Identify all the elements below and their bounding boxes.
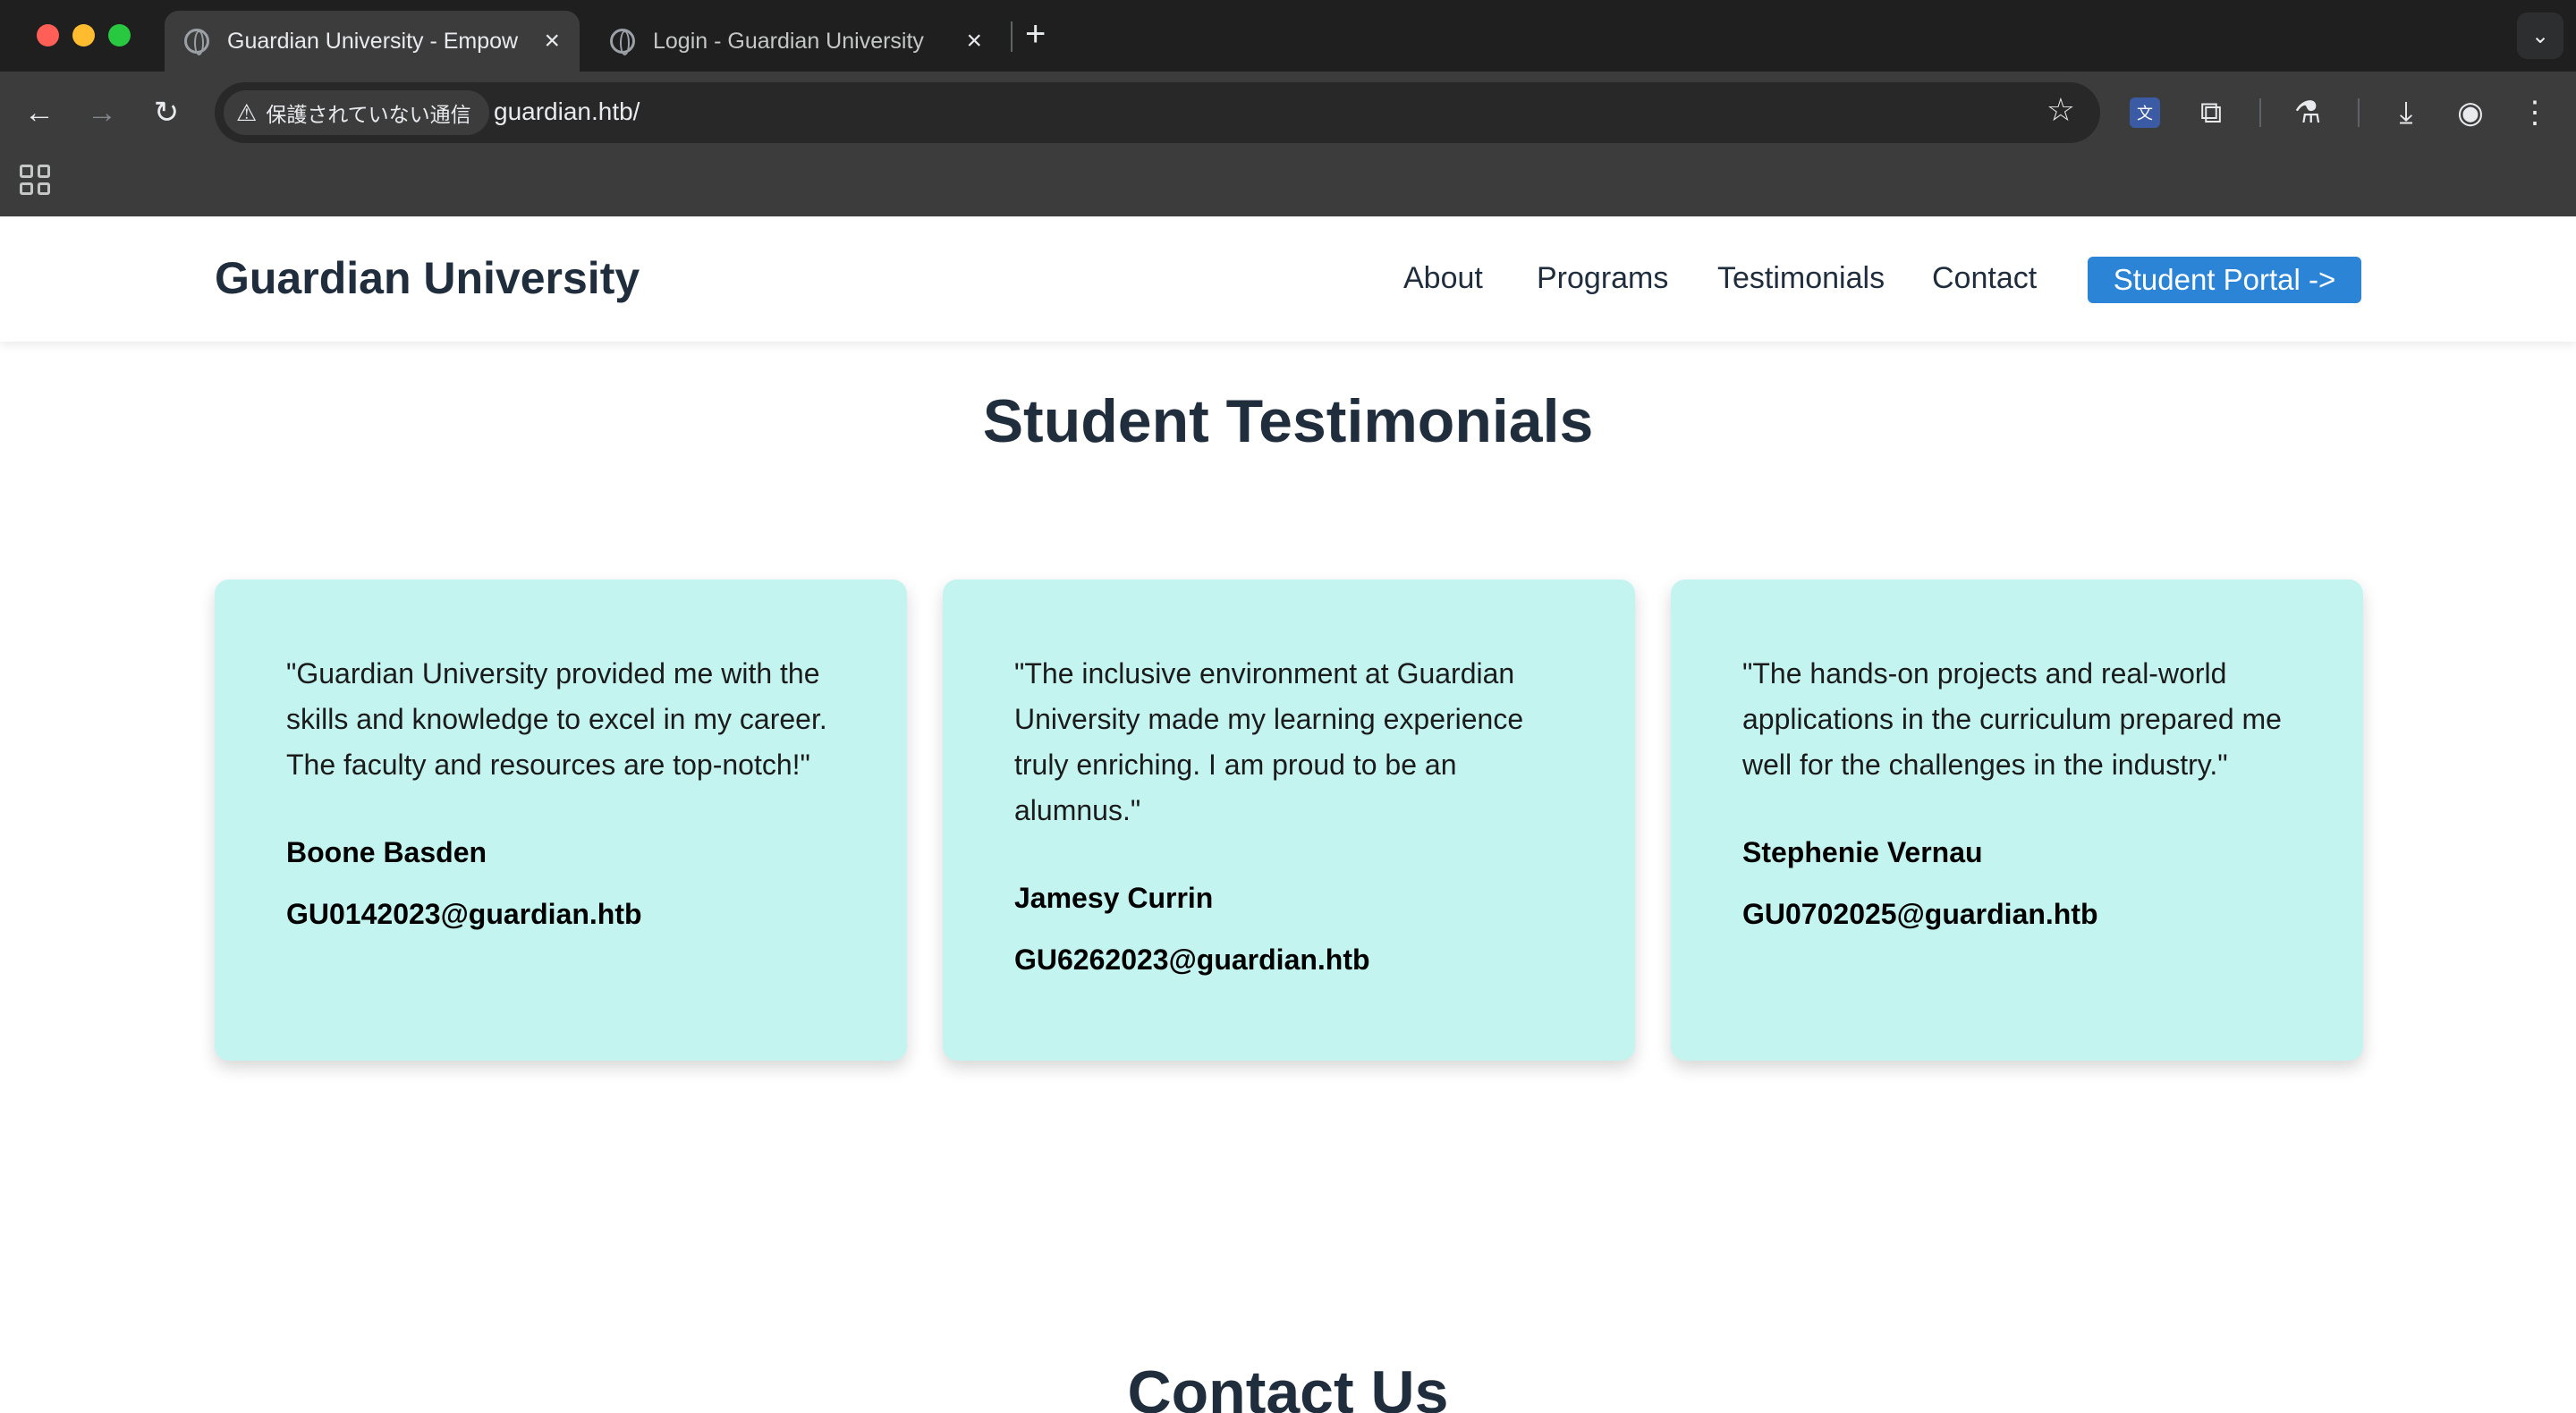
globe-icon (610, 29, 635, 55)
site-header: Guardian University About Programs Testi… (0, 216, 2576, 342)
testimonial-email: GU0702025@guardian.htb (1742, 898, 2098, 930)
window-close-button[interactable] (37, 24, 59, 47)
student-portal-button[interactable]: Student Portal -> (2088, 257, 2361, 303)
profile-icon[interactable]: ◉ (2447, 89, 2494, 136)
bookmarks-bar (0, 154, 2576, 216)
testimonial-quote: "Guardian University provided me with th… (286, 657, 827, 781)
tab-divider (1011, 21, 1013, 52)
testimonials-heading: Student Testimonials (982, 387, 1594, 455)
window-minimize-button[interactable] (72, 24, 95, 47)
toolbar-divider (2259, 98, 2261, 127)
star-icon[interactable]: ☆ (2046, 91, 2075, 129)
site-logo[interactable]: Guardian University (215, 252, 640, 304)
url-text[interactable]: guardian.htb/ (494, 97, 640, 126)
apps-icon[interactable] (20, 165, 50, 195)
testimonial-card: "Guardian University provided me with th… (215, 580, 907, 1061)
globe-icon (184, 29, 209, 55)
new-tab-button[interactable]: + (1025, 14, 1046, 55)
extension-icon[interactable]: 文 (2122, 89, 2168, 136)
extension-badge: 文 (2130, 97, 2160, 128)
tab-search-button[interactable]: ⌄ (2517, 13, 2563, 59)
testimonial-quote: "The hands-on projects and real-world ap… (1742, 657, 2282, 781)
testimonial-quote: "The inclusive environment at Guardian U… (1014, 657, 1524, 826)
tab-title: Guardian University - Empow (227, 28, 519, 54)
forward-icon[interactable]: → (79, 89, 125, 136)
testimonial-card: "The inclusive environment at Guardian U… (943, 580, 1635, 1061)
menu-icon[interactable]: ⋮ (2512, 89, 2558, 136)
labs-icon[interactable]: ⚗ (2284, 89, 2331, 136)
contact-heading: Contact Us (1127, 1358, 1449, 1413)
nav-programs[interactable]: Programs (1537, 261, 1668, 296)
testimonial-email: GU0142023@guardian.htb (286, 898, 642, 930)
reload-icon[interactable]: ↻ (143, 89, 190, 136)
warning-icon: ⚠ (236, 98, 258, 126)
testimonial-author: Boone Basden (286, 836, 487, 868)
testimonial-email: GU6262023@guardian.htb (1014, 943, 1370, 976)
security-indicator[interactable]: ⚠ 保護されていない通信 (224, 90, 489, 135)
nav-testimonials[interactable]: Testimonials (1717, 261, 1885, 296)
testimonial-author: Jamesy Currin (1014, 882, 1214, 914)
close-tab-icon[interactable]: × (544, 26, 560, 56)
address-bar[interactable]: ⚠ 保護されていない通信 guardian.htb/ ☆ (215, 82, 2100, 143)
nav-about[interactable]: About (1403, 261, 1483, 296)
browser-chrome: Guardian University - Empow × Login - Gu… (0, 0, 2576, 216)
tab-login[interactable]: Login - Guardian University × (590, 11, 1002, 72)
download-icon[interactable]: ⤓ (2383, 89, 2429, 136)
security-label: 保護されていない通信 (266, 103, 471, 126)
tab-strip: Guardian University - Empow × Login - Gu… (0, 0, 2576, 72)
tab-title: Login - Guardian University (653, 28, 924, 54)
testimonial-card: "The hands-on projects and real-world ap… (1671, 580, 2363, 1061)
testimonial-author: Stephenie Vernau (1742, 836, 1983, 868)
tab-guardian-home[interactable]: Guardian University - Empow × (165, 11, 580, 72)
puzzle-icon[interactable]: ⧉ (2188, 89, 2234, 136)
window-maximize-button[interactable] (108, 24, 131, 47)
nav-contact[interactable]: Contact (1932, 261, 2037, 296)
web-page: Guardian University About Programs Testi… (0, 216, 2576, 1413)
toolbar-divider (2358, 98, 2360, 127)
back-icon[interactable]: ← (16, 89, 63, 136)
close-tab-icon[interactable]: × (966, 26, 982, 56)
